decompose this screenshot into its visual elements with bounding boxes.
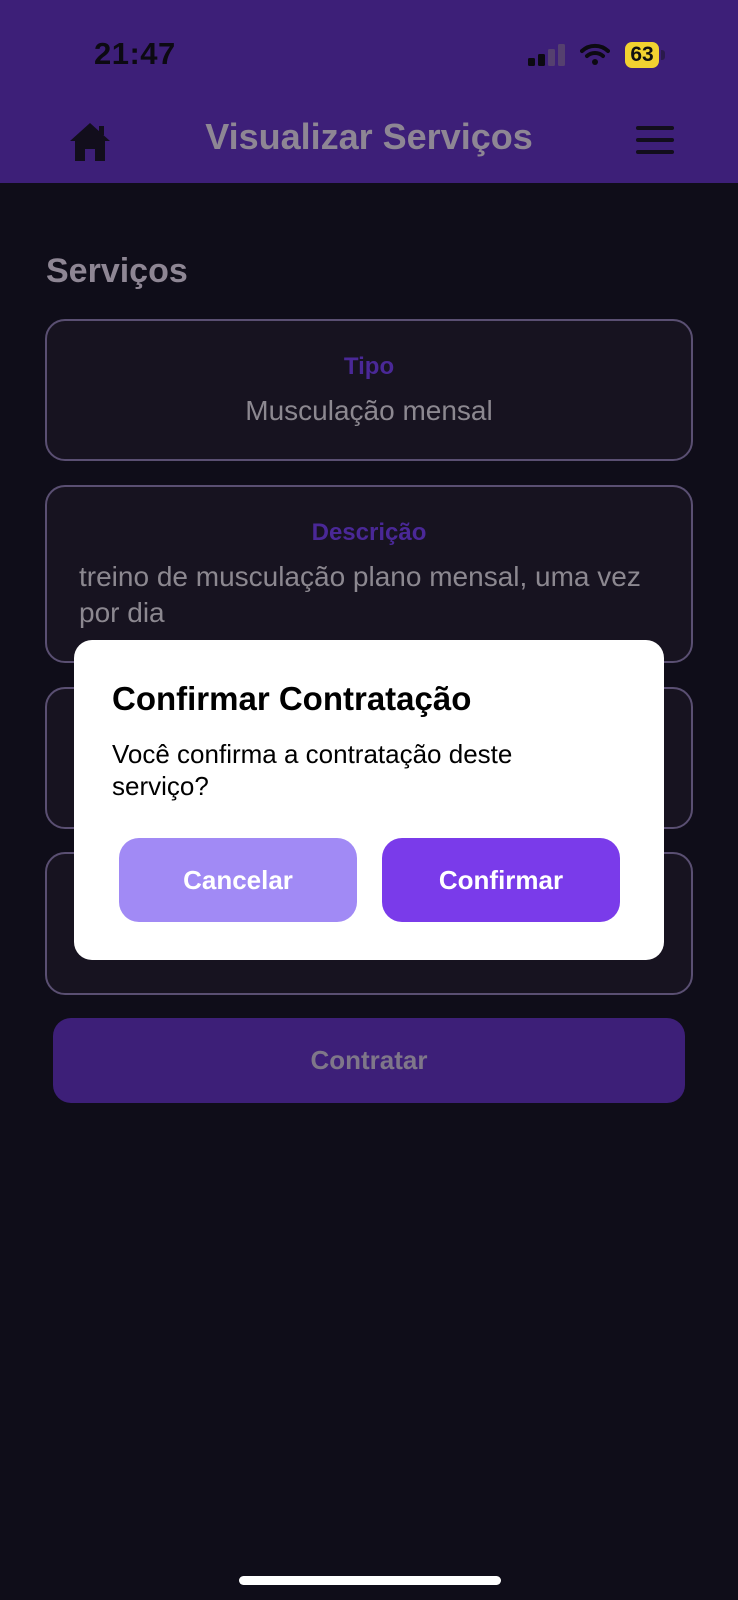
page-title: Visualizar Serviços (205, 116, 533, 157)
battery-level: 63 (625, 42, 659, 68)
field-card-descricao: Descrição treino de musculação plano men… (45, 485, 693, 663)
dialog-message: Você confirma a contratação deste serviç… (112, 739, 513, 801)
status-time: 21:47 (94, 36, 176, 71)
field-card-tipo: Tipo Musculação mensal (45, 319, 693, 461)
dialog-title: Confirmar Contratação (112, 680, 472, 717)
wifi-icon (580, 43, 610, 65)
confirm-button[interactable]: Confirmar (382, 838, 620, 922)
field-label: Tipo (343, 353, 395, 380)
battery-tip (661, 50, 665, 60)
field-value: treino de musculação plano mensal, uma v… (79, 561, 641, 628)
cancel-button[interactable]: Cancelar (119, 838, 357, 922)
app-header: 21:47 63 Visualizar Serviços (0, 0, 738, 183)
home-indicator[interactable] (239, 1576, 501, 1585)
field-label: Descrição (311, 519, 427, 546)
confirm-dialog: Confirmar Contratação Você confirma a co… (74, 640, 664, 960)
battery-indicator: 63 (625, 42, 665, 68)
contract-button[interactable]: Contratar (53, 1018, 685, 1103)
hamburger-menu-icon[interactable] (636, 126, 674, 156)
section-title: Serviços (46, 252, 188, 290)
cellular-signal-icon (528, 44, 565, 66)
field-value: Musculação mensal (245, 395, 493, 426)
